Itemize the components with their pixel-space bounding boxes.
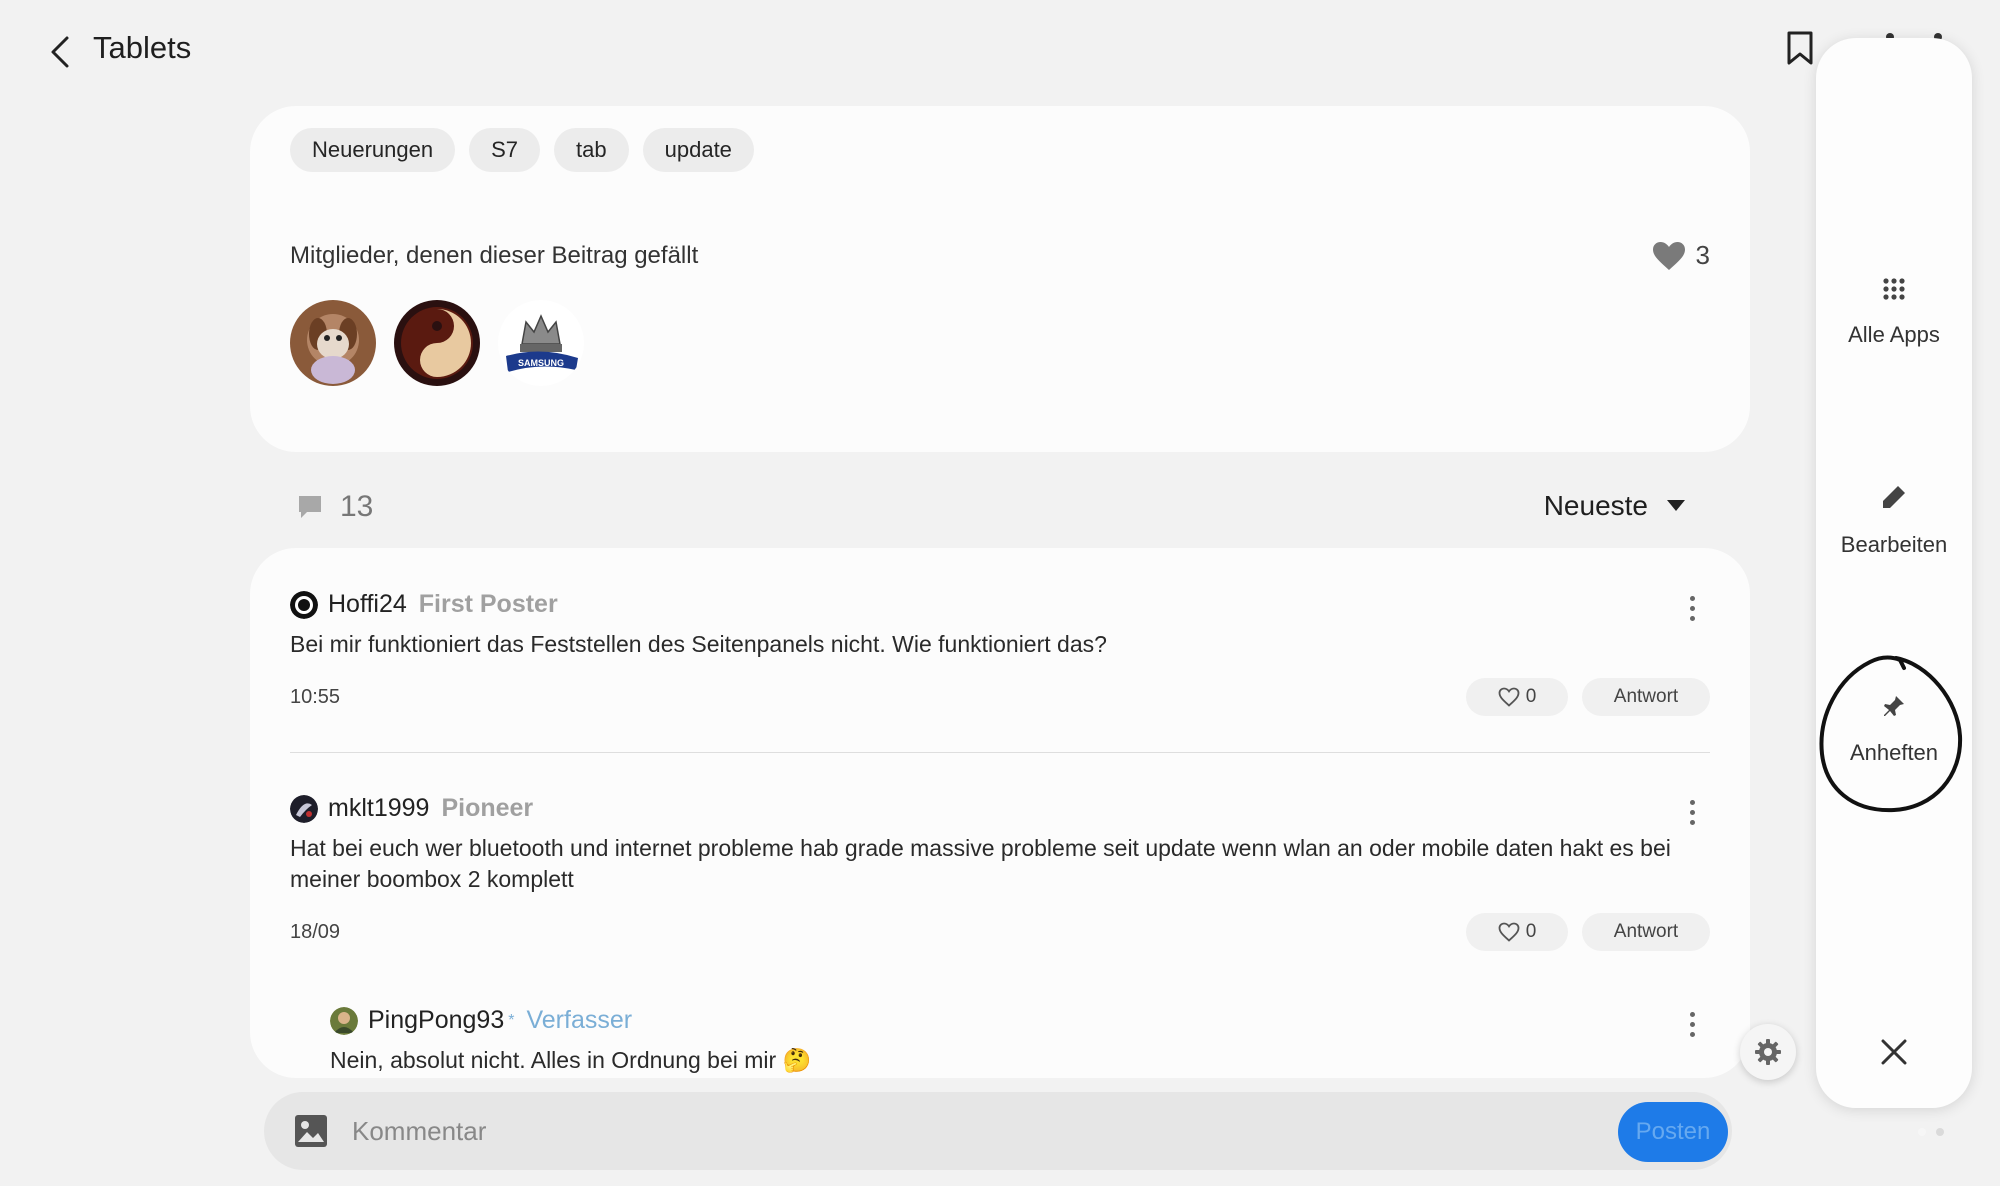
reply-comment-item: PingPong93 * Verfasser Nein, absolut nic… [330,1006,1710,1076]
bookmark-button[interactable] [1780,26,1820,70]
author-badge: First Poster [418,590,558,618]
like-button[interactable]: 0 [1466,678,1568,716]
like-count: 0 [1525,686,1537,707]
post-button[interactable]: Posten [1618,1102,1728,1162]
reply-button[interactable]: Antwort [1582,678,1710,716]
comment-author[interactable]: PingPong93 * Verfasser [330,1006,1710,1035]
comment-author[interactable]: mklt1999 Pioneer [290,794,1710,823]
comment-text: Bei mir funktioniert das Feststellen des… [290,631,1107,657]
tag-chip[interactable]: Neuerungen [290,128,456,172]
add-image-button[interactable] [294,1114,328,1153]
close-panel-button[interactable] [1864,1022,1924,1082]
author-name: Hoffi24 [328,590,407,618]
author-mark: * [508,1011,515,1029]
comment-text: Nein, absolut nicht. Alles in Ordnung be… [330,1047,812,1073]
author-name: mklt1999 [328,794,430,822]
edge-item-pin[interactable]: Anheften [1816,694,1972,766]
comment-composer: Posten [264,1092,1732,1170]
grid-icon [1883,278,1905,300]
comments-card: Hoffi24 First Poster Bei mir funktionier… [250,548,1750,1078]
likes-counter[interactable]: 3 [1652,240,1710,271]
pin-icon [1884,696,1904,716]
comment-time: 10:55 [290,686,341,708]
avatar[interactable] [290,300,376,386]
sort-label: Neueste [1543,490,1648,521]
comment-count-value: 13 [340,490,374,523]
tag-chip[interactable]: tab [554,128,629,172]
settings-button[interactable] [1740,1024,1796,1080]
comment-meta: 10:55 0 Antwort [290,678,1710,718]
gear-icon [1755,1039,1781,1065]
comment-count: 13 [296,490,373,524]
comment-input[interactable] [352,1106,1502,1156]
tag-list: Neuerungen S7 tab update [290,128,754,172]
edge-item-label: Anheften [1849,740,1939,765]
pencil-icon [1883,486,1905,508]
top-bar: Tablets [0,0,1813,100]
more-options-button[interactable] [1674,794,1710,830]
heart-outline-icon [1498,922,1520,942]
close-icon [1881,1039,1907,1065]
comment-author[interactable]: Hoffi24 First Poster [290,590,1710,619]
edge-panel: Alle Apps Bearbeiten Anheften [1816,38,1972,1108]
post-card: Neuerungen S7 tab update Mitglieder, den… [250,106,1750,452]
comment-meta: 18/09 0 Antwort [290,913,1710,953]
svg-text:SAMSUNG: SAMSUNG [518,358,564,368]
avatar [290,590,318,619]
comment-icon [299,496,321,518]
page-dot [1936,1128,1944,1136]
edge-item-label: Alle Apps [1848,322,1940,347]
author-badge: Pioneer [441,794,534,822]
edge-item-label: Bearbeiten [1840,532,1948,557]
more-options-button[interactable] [1674,590,1710,626]
author-badge: Verfasser [526,1006,633,1034]
like-count: 0 [1525,921,1537,942]
likes-count-value: 3 [1695,240,1710,270]
caret-down-icon [1667,500,1685,511]
tag-chip[interactable]: S7 [469,128,541,172]
image-icon [295,1115,327,1147]
divider [290,752,1710,753]
comment-time: 18/09 [290,921,341,943]
edge-item-all-apps[interactable]: Alle Apps [1816,278,1972,348]
heart-icon [1652,241,1685,270]
chevron-left-icon [51,36,69,68]
avatar[interactable]: SAMSUNG [498,300,584,386]
liker-avatars: SAMSUNG [290,300,584,386]
more-options-button[interactable] [1674,1006,1710,1042]
back-button[interactable] [32,24,88,80]
avatar [290,794,318,823]
page-dot [1918,1128,1926,1136]
reply-button[interactable]: Antwort [1582,913,1710,951]
avatar[interactable] [394,300,480,386]
comment-item: Hoffi24 First Poster Bei mir funktionier… [290,590,1710,718]
edge-item-edit[interactable]: Bearbeiten [1816,484,1972,558]
bookmark-icon [1787,31,1813,65]
panel-page-indicator [1918,1128,1944,1136]
page-title: Tablets [93,30,192,65]
tag-chip[interactable]: update [642,128,754,172]
heart-outline-icon [1498,687,1520,707]
like-button[interactable]: 0 [1466,913,1568,951]
comments-header: 13 Neueste [250,482,1750,538]
avatar [330,1006,358,1035]
author-name: PingPong93 [368,1006,505,1034]
likes-title: Mitglieder, denen dieser Beitrag gefällt [290,242,699,269]
comment-text: Hat bei euch wer bluetooth und internet … [290,835,1671,892]
comment-item: mklt1999 Pioneer Hat bei euch wer blueto… [290,794,1710,953]
sort-dropdown[interactable]: Neueste [1544,490,1686,522]
